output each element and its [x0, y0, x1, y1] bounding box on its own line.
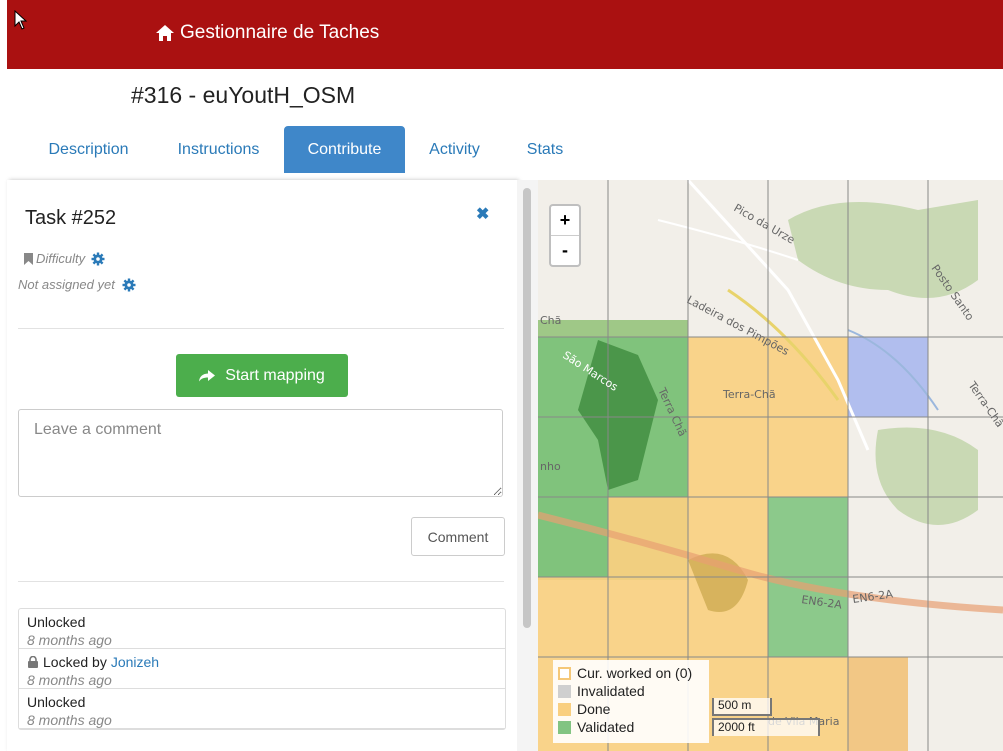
history-time: 8 months ago [27, 672, 112, 688]
zoom-in-button[interactable]: + [551, 206, 579, 236]
tab-description[interactable]: Description [31, 126, 146, 173]
tab-instructions[interactable]: Instructions [160, 126, 277, 173]
list-item: Unlocked 8 months ago [19, 609, 505, 649]
scrollbar-thumb[interactable] [523, 188, 531, 628]
close-icon[interactable]: ✖ [476, 204, 489, 224]
zoom-control: + - [549, 204, 581, 267]
map-label: Chã [540, 314, 561, 327]
history-action: Unlocked [27, 694, 86, 710]
gear-icon[interactable] [122, 278, 136, 292]
legend-label: Validated [577, 719, 635, 735]
scale-metric: 500 m [712, 698, 772, 716]
legend-swatch [558, 666, 571, 680]
map-label: nho [540, 460, 561, 473]
share-arrow-icon [199, 369, 216, 381]
app-title: Gestionnaire de Taches [180, 22, 380, 43]
map-label: Terra-Chã [722, 388, 776, 401]
app-brand[interactable]: Gestionnaire de Taches [155, 22, 379, 44]
divider [18, 328, 504, 329]
tab-activity[interactable]: Activity [414, 126, 495, 173]
map-view[interactable]: Pico da Urze Posto Santo Ladeira dos Pim… [538, 180, 1003, 751]
mouse-cursor-icon [14, 10, 28, 30]
scale-imperial: 2000 ft [712, 718, 820, 736]
home-icon [156, 25, 174, 41]
task-panel: Task #252 ✖ Difficulty Not assigned yet … [7, 180, 517, 751]
legend-item: Validated [558, 718, 704, 736]
lock-icon [28, 656, 38, 668]
legend-swatch [558, 720, 571, 734]
divider [18, 581, 504, 582]
legend-label: Cur. worked on (0) [577, 665, 693, 681]
list-item: Unlocked 8 months ago [19, 689, 505, 729]
history-action: Locked by [43, 654, 107, 670]
history-time: 8 months ago [27, 712, 112, 728]
legend-label: Invalidated [577, 683, 645, 699]
legend-item: Done [558, 700, 704, 718]
zoom-out-button[interactable]: - [551, 236, 579, 265]
list-item: Locked by Jonizeh 8 months ago [19, 649, 505, 689]
tab-contribute[interactable]: Contribute [284, 126, 405, 173]
project-title: #316 - euYoutH_OSM [131, 82, 356, 108]
start-mapping-label: Start mapping [225, 366, 325, 384]
map-legend: Cur. worked on (0) Invalidated Done Vali… [553, 660, 709, 743]
sidebar-scrollbar[interactable] [517, 180, 538, 751]
legend-swatch [558, 702, 571, 716]
comment-button[interactable]: Comment [411, 517, 505, 556]
difficulty-label: Difficulty [36, 251, 86, 266]
user-link[interactable]: Jonizeh [111, 654, 159, 670]
history-action: Unlocked [27, 614, 86, 630]
difficulty-row: Difficulty [21, 251, 108, 266]
legend-item: Invalidated [558, 682, 704, 700]
gear-icon[interactable] [91, 252, 105, 266]
tab-bar: Description Instructions Contribute Acti… [0, 126, 1003, 174]
task-history-list: Unlocked 8 months ago Locked by Jonizeh … [18, 608, 506, 730]
top-navbar: Gestionnaire de Taches [7, 0, 1003, 69]
legend-label: Done [577, 701, 611, 717]
comment-input[interactable] [18, 409, 503, 497]
tab-stats[interactable]: Stats [510, 126, 580, 173]
assignment-row: Not assigned yet [18, 277, 139, 292]
legend-swatch [558, 684, 571, 698]
task-title: Task #252 [25, 207, 117, 229]
legend-item: Cur. worked on (0) [558, 664, 704, 682]
history-time: 8 months ago [27, 632, 112, 648]
bookmark-icon [24, 252, 33, 265]
assignment-status: Not assigned yet [18, 277, 115, 292]
start-mapping-button[interactable]: Start mapping [176, 354, 348, 397]
